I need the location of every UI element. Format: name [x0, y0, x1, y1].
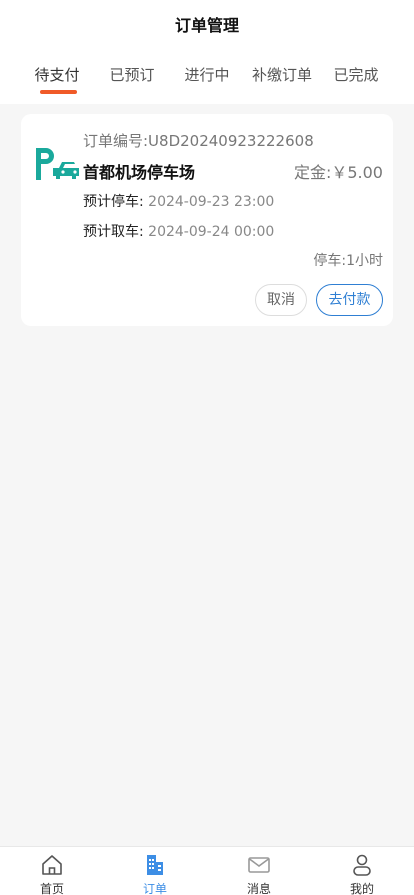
active-tab-indicator — [40, 90, 77, 94]
tab-supplementary-orders[interactable]: 补缴订单 — [248, 64, 316, 100]
nav-orders-label: 订单 — [142, 882, 167, 895]
user-icon — [353, 854, 371, 876]
expected-pickup-label: 预计取车: — [83, 224, 144, 240]
order-number: 订单编号:U8D20240923222608 — [83, 132, 314, 150]
order-status-tabs: 待支付 已预订 进行中 补缴订单 已完成 — [0, 64, 414, 100]
pay-button[interactable]: 去付款 — [316, 284, 383, 316]
nav-messages[interactable]: 消息 — [219, 847, 299, 895]
expected-pickup-time: 2024-09-24 00:00 — [148, 224, 275, 240]
nav-messages-label: 消息 — [246, 882, 271, 895]
expected-park-time: 2024-09-23 23:00 — [148, 194, 275, 210]
page-title: 订单管理 — [174, 16, 239, 35]
order-card[interactable]: 订单编号:U8D20240923222608 首都机场停车场 定金:￥5.00 … — [21, 114, 393, 326]
parking-duration: 停车:1小时 — [313, 253, 383, 269]
mail-icon — [248, 857, 270, 873]
nav-home-label: 首页 — [39, 882, 64, 895]
nav-profile[interactable]: 我的 — [322, 847, 402, 895]
parking-lot-name: 首都机场停车场 — [83, 163, 196, 182]
cancel-button[interactable]: 取消 — [255, 284, 307, 316]
tab-in-progress[interactable]: 进行中 — [178, 64, 236, 100]
header: 订单管理 待支付 已预订 进行中 补缴订单 已完成 — [0, 0, 414, 104]
deposit-amount: 定金:￥5.00 — [293, 163, 383, 182]
bottom-nav: 首页 订单 消息 我的 — [0, 846, 414, 895]
tab-completed[interactable]: 已完成 — [327, 64, 385, 100]
nav-orders[interactable]: 订单 — [115, 847, 195, 895]
expected-pickup-row: 预计取车: 2024-09-24 00:00 — [83, 221, 274, 241]
home-icon — [42, 855, 62, 875]
expected-park-row: 预计停车: 2024-09-23 23:00 — [83, 191, 274, 211]
nav-profile-label: 我的 — [349, 882, 374, 895]
tab-reserved[interactable]: 已预订 — [103, 64, 161, 100]
expected-park-label: 预计停车: — [83, 194, 144, 210]
parking-car-icon — [36, 148, 79, 180]
tab-pending-payment[interactable]: 待支付 — [28, 64, 86, 100]
order-building-icon — [147, 855, 163, 875]
nav-home[interactable]: 首页 — [12, 847, 92, 895]
